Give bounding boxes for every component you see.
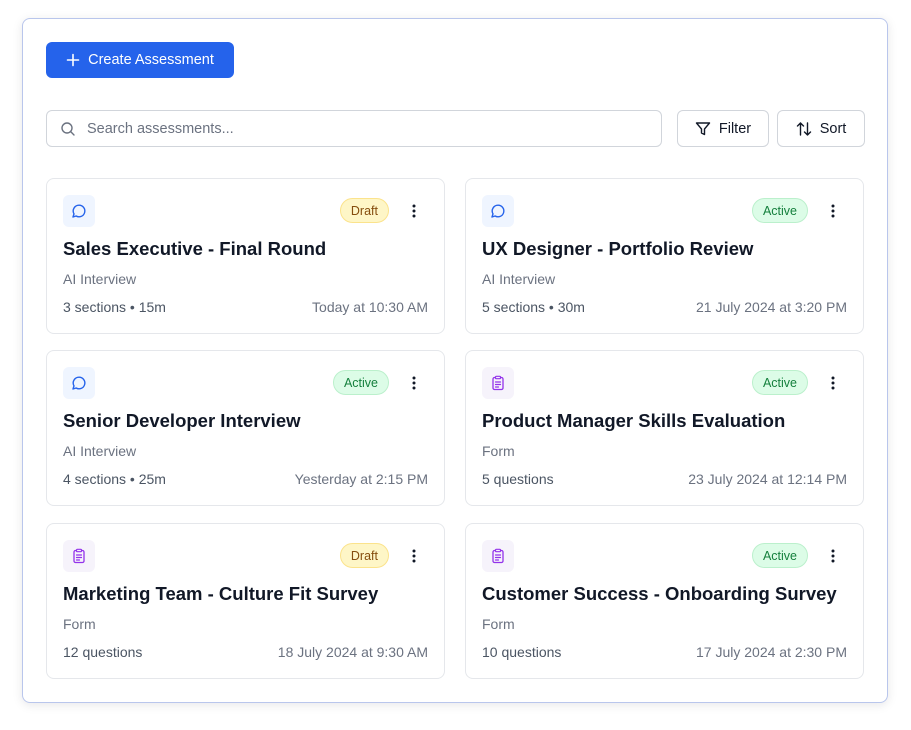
status-badge: Active (751, 198, 808, 223)
assessment-title: Customer Success - Onboarding Survey (482, 583, 837, 604)
search-input[interactable] (87, 120, 627, 137)
filter-button[interactable]: Filter (677, 110, 769, 147)
sort-label: Sort (819, 120, 847, 137)
clipboard-list-icon (63, 540, 95, 572)
status-badge: Active (751, 543, 808, 568)
chat-bubble-icon (482, 195, 514, 227)
chat-bubble-icon (63, 367, 95, 399)
status-badge: Active (751, 370, 808, 395)
more-vertical-icon[interactable] (825, 546, 841, 566)
filter-icon (695, 121, 711, 137)
assessment-type: Form (63, 616, 96, 632)
assessment-meta: 5 sections • 30m (482, 299, 585, 315)
sort-button[interactable]: Sort (777, 110, 865, 147)
search-box[interactable] (46, 110, 662, 147)
assessment-type: Form (482, 443, 515, 459)
assessment-card[interactable]: Active Customer Success - Onboarding Sur… (465, 523, 864, 679)
assessment-meta: 4 sections • 25m (63, 471, 166, 487)
assessment-title: Marketing Team - Culture Fit Survey (63, 583, 379, 604)
clipboard-list-icon (482, 367, 514, 399)
more-vertical-icon[interactable] (406, 201, 422, 221)
assessment-card[interactable]: Active Senior Developer Interview AI Int… (46, 350, 445, 506)
assessment-card[interactable]: Active UX Designer - Portfolio Review AI… (465, 178, 864, 334)
assessment-type: AI Interview (63, 443, 137, 459)
assessment-title: Product Manager Skills Evaluation (482, 410, 786, 431)
assessment-timestamp: Today at 10:30 AM (312, 299, 428, 315)
assessment-meta: 5 questions (482, 471, 554, 487)
sort-arrows-icon (796, 121, 812, 137)
assessment-timestamp: 18 July 2024 at 9:30 AM (277, 644, 428, 660)
assessment-timestamp: 23 July 2024 at 12:14 PM (688, 471, 847, 487)
status-badge: Draft (339, 198, 389, 223)
clipboard-list-icon (482, 540, 514, 572)
assessments-panel: Create Assessment Filter Sort Draft Sale… (22, 18, 888, 703)
assessment-timestamp: 17 July 2024 at 2:30 PM (696, 644, 847, 660)
assessment-card[interactable]: Draft Sales Executive - Final Round AI I… (46, 178, 445, 334)
assessment-type: AI Interview (63, 271, 137, 287)
assessment-title: Senior Developer Interview (63, 410, 301, 431)
more-vertical-icon[interactable] (825, 373, 841, 393)
plus-icon (66, 53, 80, 67)
assessment-meta: 10 questions (482, 644, 562, 660)
more-vertical-icon[interactable] (406, 373, 422, 393)
search-icon (60, 121, 76, 137)
status-badge: Draft (339, 543, 389, 568)
assessment-timestamp: 21 July 2024 at 3:20 PM (696, 299, 847, 315)
assessment-type: Form (482, 616, 515, 632)
assessment-title: UX Designer - Portfolio Review (482, 238, 754, 259)
assessment-meta: 12 questions (63, 644, 143, 660)
assessment-card[interactable]: Draft Marketing Team - Culture Fit Surve… (46, 523, 445, 679)
assessment-timestamp: Yesterday at 2:15 PM (294, 471, 428, 487)
create-assessment-label: Create Assessment (88, 52, 214, 68)
more-vertical-icon[interactable] (406, 546, 422, 566)
assessment-type: AI Interview (482, 271, 556, 287)
filter-label: Filter (718, 120, 752, 137)
assessment-card[interactable]: Active Product Manager Skills Evaluation… (465, 350, 864, 506)
create-assessment-button[interactable]: Create Assessment (46, 42, 234, 78)
more-vertical-icon[interactable] (825, 201, 841, 221)
chat-bubble-icon (63, 195, 95, 227)
assessment-title: Sales Executive - Final Round (63, 238, 327, 259)
status-badge: Active (332, 370, 389, 395)
assessment-meta: 3 sections • 15m (63, 299, 166, 315)
